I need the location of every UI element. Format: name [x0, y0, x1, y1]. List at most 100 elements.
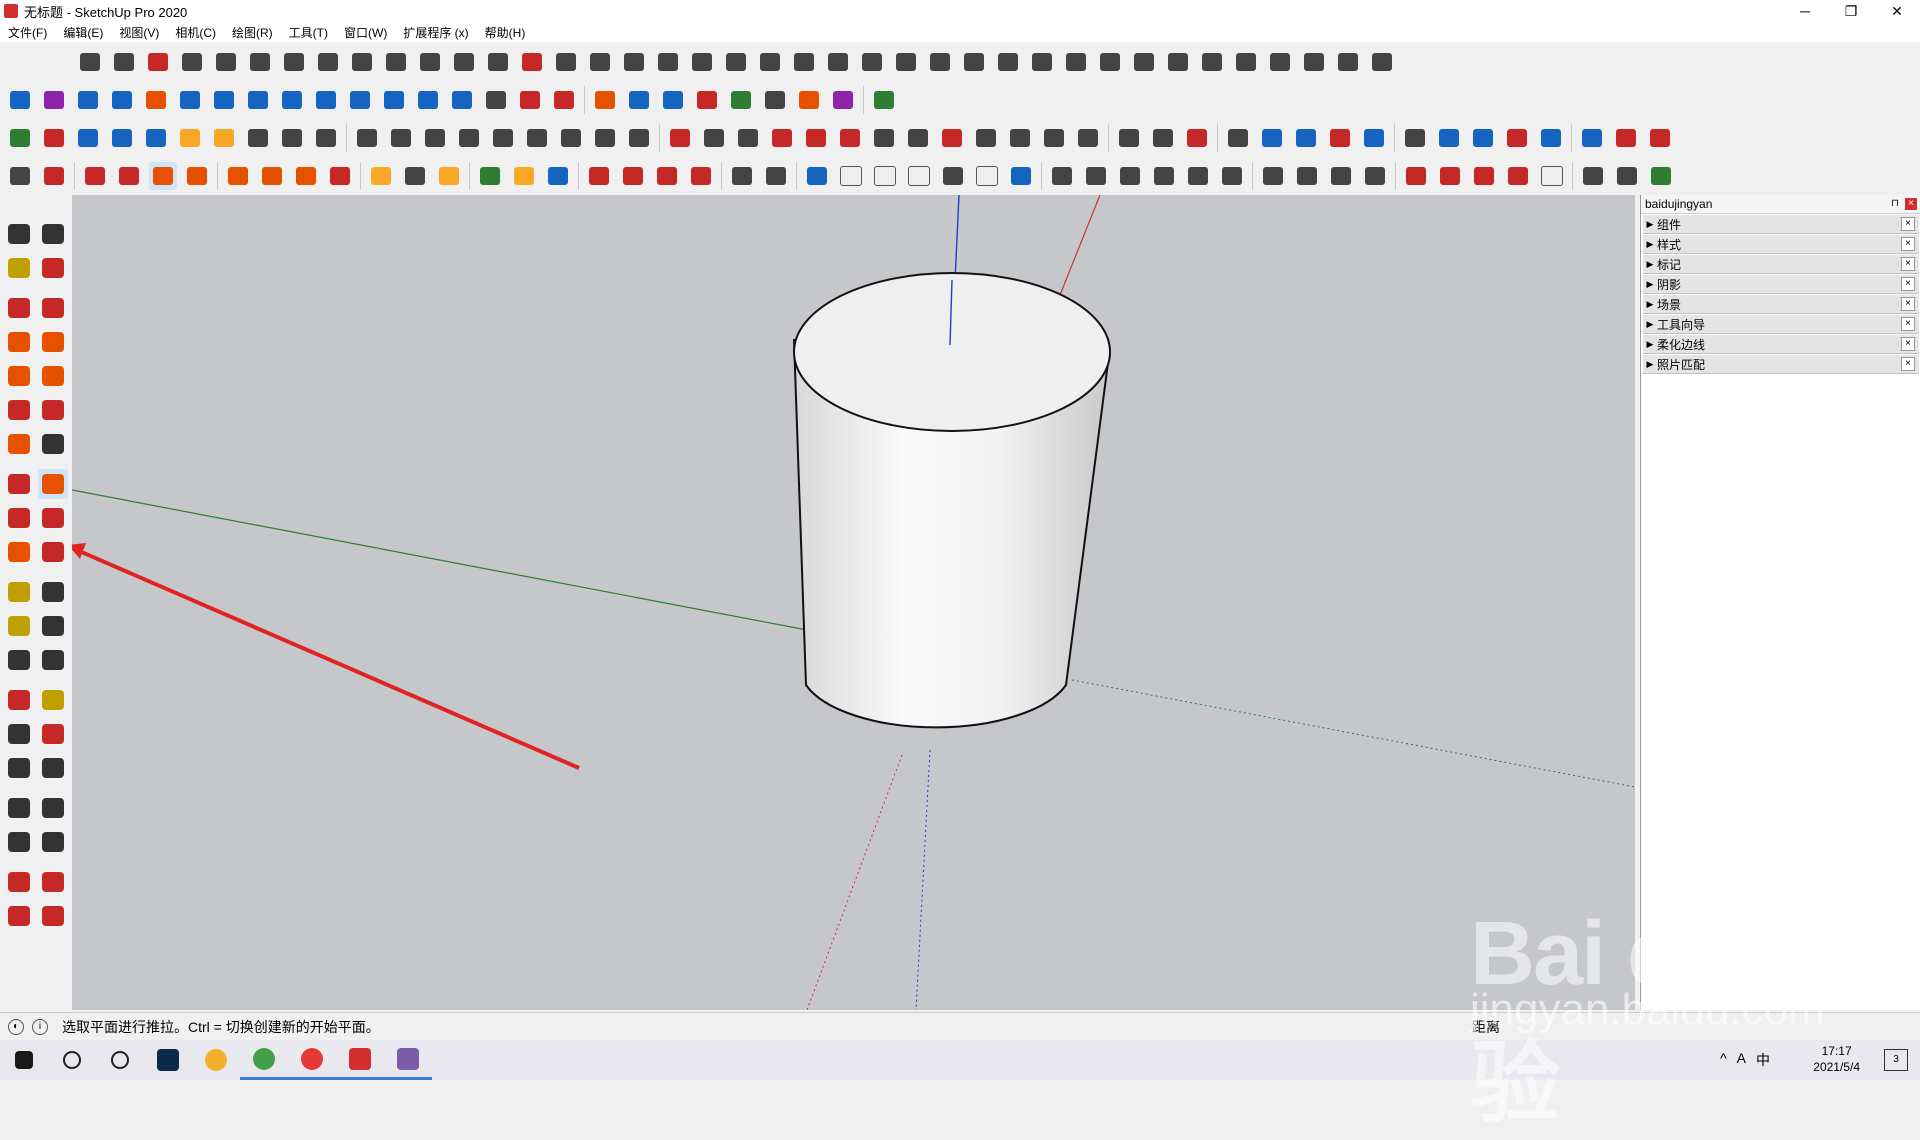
panel-close-icon[interactable]: × — [1901, 357, 1915, 371]
menu-draw[interactable]: 绘图(R) — [224, 24, 281, 41]
tb3-tool-icon-39[interactable] — [1224, 124, 1252, 152]
tb1-tool-icon-9[interactable] — [382, 48, 410, 76]
palette-tool-icon-7-0[interactable] — [4, 469, 34, 499]
tb3-tool-icon-11[interactable] — [353, 124, 381, 152]
tb3-tool-icon-35[interactable] — [1115, 124, 1143, 152]
tb2-tool-icon-10[interactable] — [346, 86, 374, 114]
palette-tool-icon-0-1[interactable] — [38, 219, 68, 249]
tb4-tool-icon-21[interactable] — [585, 162, 613, 190]
palette-tool-icon-2-0[interactable] — [4, 293, 34, 323]
tb3-tool-icon-36[interactable] — [1149, 124, 1177, 152]
tb3-tool-icon-43[interactable] — [1360, 124, 1388, 152]
palette-tool-icon-0-0[interactable] — [4, 219, 34, 249]
tb1-tool-icon-31[interactable] — [1130, 48, 1158, 76]
tb4-tool-icon-51[interactable] — [1470, 162, 1498, 190]
palette-tool-icon-16-1[interactable] — [38, 793, 68, 823]
tb3-tool-icon-6[interactable] — [210, 124, 238, 152]
panel-close-icon[interactable]: × — [1901, 237, 1915, 251]
tb4-tool-icon-57[interactable] — [1647, 162, 1675, 190]
tb4-tool-icon-37[interactable] — [1048, 162, 1076, 190]
tb1-tool-icon-27[interactable] — [994, 48, 1022, 76]
tb4-tool-icon-15[interactable] — [435, 162, 463, 190]
tb1-tool-icon-38[interactable] — [1368, 48, 1396, 76]
tb1-tool-icon-10[interactable] — [416, 48, 444, 76]
tray-panel-0[interactable]: ▶ 组件 × — [1643, 215, 1919, 234]
panel-close-icon[interactable]: × — [1901, 217, 1915, 231]
palette-tool-icon-9-0[interactable] — [4, 537, 34, 567]
tb1-tool-icon-1[interactable] — [110, 48, 138, 76]
palette-tool-icon-19-1[interactable] — [38, 901, 68, 931]
tb4-tool-icon-13[interactable] — [367, 162, 395, 190]
palette-tool-icon-12-0[interactable] — [4, 645, 34, 675]
tb1-tool-icon-32[interactable] — [1164, 48, 1192, 76]
tb4-tool-icon-55[interactable] — [1579, 162, 1607, 190]
tb4-tool-icon-1[interactable] — [40, 162, 68, 190]
tb3-tool-icon-21[interactable] — [666, 124, 694, 152]
tb2-tool-icon-13[interactable] — [448, 86, 476, 114]
tb3-tool-icon-30[interactable] — [972, 124, 1000, 152]
tb2-tool-icon-22[interactable] — [727, 86, 755, 114]
tb4-tool-icon-14[interactable] — [401, 162, 429, 190]
palette-tool-icon-8-1[interactable] — [38, 503, 68, 533]
expand-arrow-icon[interactable]: ▶ — [1643, 339, 1657, 350]
tb2-tool-icon-6[interactable] — [210, 86, 238, 114]
tb3-tool-icon-40[interactable] — [1258, 124, 1286, 152]
tb3-tool-icon-31[interactable] — [1006, 124, 1034, 152]
menu-help[interactable]: 帮助(H) — [477, 24, 534, 41]
tb3-tool-icon-5[interactable] — [176, 124, 204, 152]
tb1-tool-icon-34[interactable] — [1232, 48, 1260, 76]
tb3-tool-icon-7[interactable] — [244, 124, 272, 152]
tb1-tool-icon-21[interactable] — [790, 48, 818, 76]
tb3-tool-icon-32[interactable] — [1040, 124, 1068, 152]
tb4-tool-icon-47[interactable] — [1361, 162, 1389, 190]
tb2-tool-icon-9[interactable] — [312, 86, 340, 114]
tb2-tool-icon-18[interactable] — [591, 86, 619, 114]
tb2-tool-icon-25[interactable] — [829, 86, 857, 114]
tb1-tool-icon-4[interactable] — [212, 48, 240, 76]
tb1-tool-icon-25[interactable] — [926, 48, 954, 76]
tray-panel-2[interactable]: ▶ 标记 × — [1643, 255, 1919, 274]
tb1-tool-icon-29[interactable] — [1062, 48, 1090, 76]
tb2-tool-icon-15[interactable] — [516, 86, 544, 114]
palette-tool-icon-6-0[interactable] — [4, 429, 34, 459]
menu-tools[interactable]: 工具(T) — [281, 24, 336, 41]
start-button[interactable] — [0, 1040, 48, 1080]
tb3-tool-icon-47[interactable] — [1469, 124, 1497, 152]
tb3-tool-icon-13[interactable] — [421, 124, 449, 152]
tb3-tool-icon-48[interactable] — [1503, 124, 1531, 152]
tb4-tool-icon-39[interactable] — [1116, 162, 1144, 190]
tb1-tool-icon-20[interactable] — [756, 48, 784, 76]
palette-tool-icon-15-0[interactable] — [4, 753, 34, 783]
tb2-tool-icon-4[interactable] — [142, 86, 170, 114]
tb3-tool-icon-53[interactable] — [1646, 124, 1674, 152]
palette-tool-icon-10-0[interactable] — [4, 577, 34, 607]
tb1-tool-icon-11[interactable] — [450, 48, 478, 76]
expand-arrow-icon[interactable]: ▶ — [1643, 259, 1657, 270]
palette-tool-icon-18-0[interactable] — [4, 867, 34, 897]
tb1-tool-icon-2[interactable] — [144, 48, 172, 76]
geo-location-icon[interactable]: ◐ — [8, 1019, 24, 1035]
menu-extensions[interactable]: 扩展程序 (x) — [395, 24, 476, 41]
tb4-tool-icon-24[interactable] — [687, 162, 715, 190]
push-pull-tool[interactable] — [149, 162, 177, 190]
tb1-tool-icon-15[interactable] — [586, 48, 614, 76]
tb4-tool-icon-30[interactable] — [837, 162, 865, 190]
tb2-tool-icon-11[interactable] — [380, 86, 408, 114]
tb2-tool-icon-12[interactable] — [414, 86, 442, 114]
tb4-tool-icon-32[interactable] — [905, 162, 933, 190]
palette-tool-icon-1-0[interactable] — [4, 253, 34, 283]
tb1-tool-icon-8[interactable] — [348, 48, 376, 76]
tb4-tool-icon-23[interactable] — [653, 162, 681, 190]
palette-tool-icon-4-1[interactable] — [38, 361, 68, 391]
panel-close-icon[interactable]: × — [1901, 257, 1915, 271]
tb3-tool-icon-46[interactable] — [1435, 124, 1463, 152]
panel-close-icon[interactable]: × — [1901, 277, 1915, 291]
tb4-tool-icon-34[interactable] — [973, 162, 1001, 190]
tb3-tool-icon-9[interactable] — [312, 124, 340, 152]
palette-tool-icon-5-1[interactable] — [38, 395, 68, 425]
winrar-app-icon[interactable] — [384, 1040, 432, 1080]
tb3-tool-icon-15[interactable] — [489, 124, 517, 152]
palette-tool-icon-14-1[interactable] — [38, 719, 68, 749]
tb3-tool-icon-29[interactable] — [938, 124, 966, 152]
menu-edit[interactable]: 编辑(E) — [55, 24, 111, 41]
